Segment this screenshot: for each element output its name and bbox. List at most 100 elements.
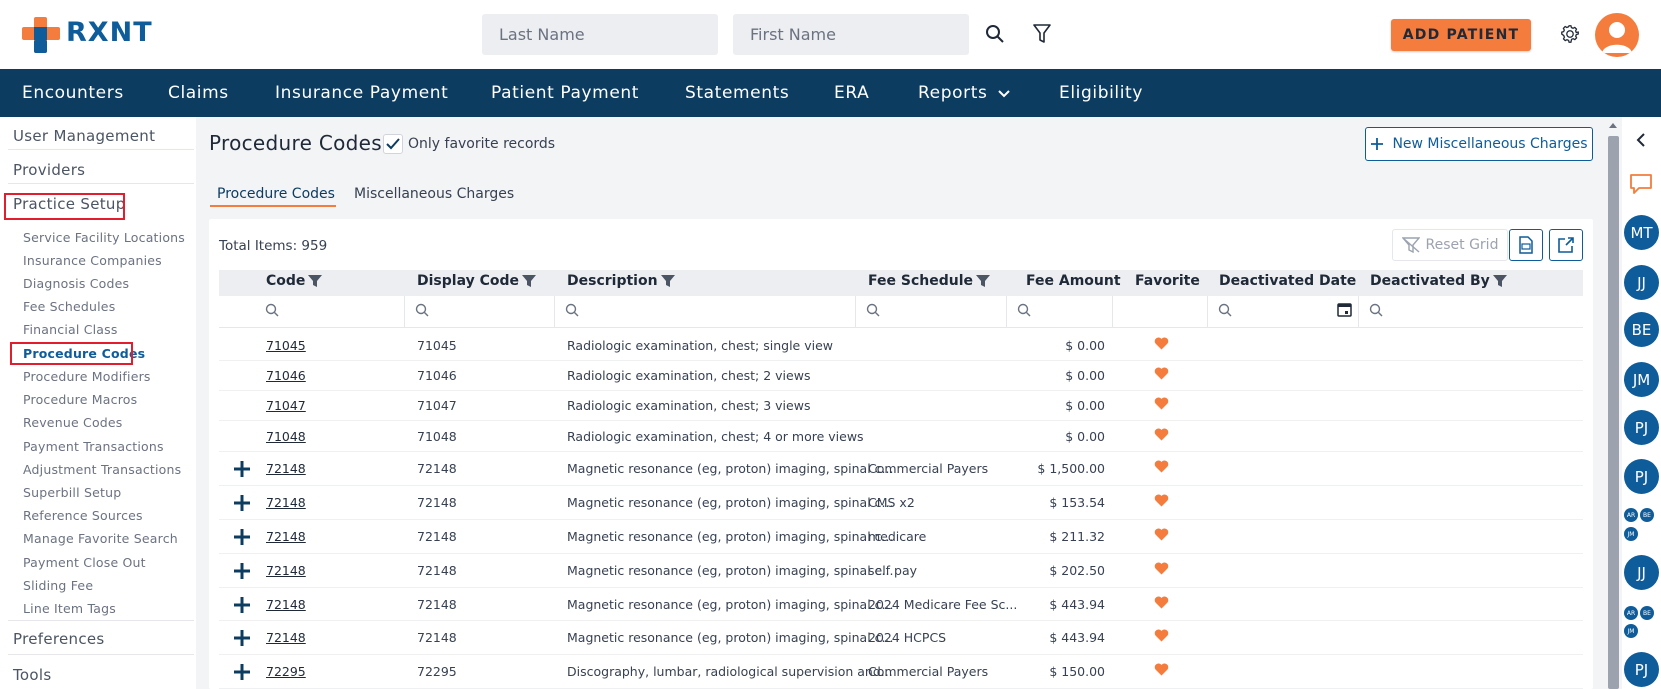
- sidebar-item-fee-schedules[interactable]: Fee Schedules: [23, 299, 115, 314]
- nav-claims[interactable]: Claims: [168, 83, 229, 103]
- favorite-heart-icon[interactable]: [1154, 337, 1169, 353]
- user-chip[interactable]: JJ: [1624, 265, 1659, 300]
- column-header-display-code[interactable]: Display Code: [417, 273, 536, 289]
- user-chip[interactable]: BE: [1624, 312, 1659, 347]
- column-filter-icon[interactable]: [976, 274, 990, 288]
- sidebar-section-user-management[interactable]: User Management: [13, 127, 155, 145]
- favorite-heart-icon[interactable]: [1154, 596, 1169, 612]
- sidebar-item-procedure-macros[interactable]: Procedure Macros: [23, 392, 137, 407]
- rxnt-logo[interactable]: RXNT: [22, 15, 162, 55]
- favorite-heart-icon[interactable]: [1154, 367, 1169, 383]
- sidebar-item-reference-sources[interactable]: Reference Sources: [23, 508, 143, 523]
- user-chip[interactable]: JJ: [1624, 555, 1659, 590]
- procedure-code-link[interactable]: 71045: [266, 338, 306, 353]
- mini-user-chip[interactable]: BE: [1640, 508, 1654, 522]
- procedure-code-link[interactable]: 72148: [266, 529, 306, 544]
- sidebar-item-superbill-setup[interactable]: Superbill Setup: [23, 485, 121, 500]
- sidebar-item-line-item-tags[interactable]: Line Item Tags: [23, 601, 116, 616]
- expand-row-plus-icon[interactable]: [233, 629, 251, 647]
- reset-grid-button[interactable]: Reset Grid: [1392, 229, 1508, 261]
- expand-row-plus-icon[interactable]: [233, 460, 251, 478]
- sidebar-item-diagnosis-codes[interactable]: Diagnosis Codes: [23, 276, 129, 291]
- nav-eligibility[interactable]: Eligibility: [1059, 83, 1143, 103]
- add-patient-button[interactable]: ADD PATIENT: [1391, 19, 1531, 51]
- user-chip[interactable]: MT: [1624, 215, 1659, 250]
- sidebar-item-sliding-fee[interactable]: Sliding Fee: [23, 578, 93, 593]
- column-header-deactivated-date[interactable]: Deactivated Date: [1219, 273, 1356, 289]
- gear-icon[interactable]: [1557, 21, 1583, 47]
- user-chip[interactable]: PJ: [1624, 410, 1659, 445]
- procedure-code-link[interactable]: 71047: [266, 398, 306, 413]
- scroll-up-icon[interactable]: [1608, 121, 1618, 129]
- favorite-heart-icon[interactable]: [1154, 562, 1169, 578]
- column-header-fee-schedule[interactable]: Fee Schedule: [868, 273, 990, 289]
- favorite-heart-icon[interactable]: [1154, 629, 1169, 645]
- column-header-description[interactable]: Description: [567, 273, 675, 289]
- mini-user-chip[interactable]: AR: [1624, 606, 1638, 620]
- mini-user-chip[interactable]: JM: [1624, 624, 1638, 638]
- chat-icon[interactable]: [1629, 173, 1653, 195]
- procedure-code-link[interactable]: 72148: [266, 563, 306, 578]
- sidebar-item-service-facility-locations[interactable]: Service Facility Locations: [23, 230, 185, 245]
- nav-encounters[interactable]: Encounters: [22, 83, 124, 103]
- nav-reports[interactable]: Reports: [918, 83, 987, 103]
- sidebar-item-procedure-modifiers[interactable]: Procedure Modifiers: [23, 369, 151, 384]
- sidebar-section-preferences[interactable]: Preferences: [13, 630, 105, 648]
- expand-row-plus-icon[interactable]: [233, 596, 251, 614]
- nav-insurance-payment[interactable]: Insurance Payment: [275, 83, 448, 103]
- first-name-input[interactable]: [733, 14, 969, 55]
- favorite-heart-icon[interactable]: [1154, 428, 1169, 444]
- column-header-code[interactable]: Code: [266, 273, 323, 289]
- sidebar-item-manage-favorite-search[interactable]: Manage Favorite Search: [23, 531, 178, 546]
- procedure-code-link[interactable]: 71048: [266, 429, 306, 444]
- export-button[interactable]: [1549, 229, 1583, 261]
- favorite-heart-icon[interactable]: [1154, 397, 1169, 413]
- mini-user-chip[interactable]: JM: [1624, 527, 1638, 541]
- column-search-icon[interactable]: [565, 302, 579, 321]
- procedure-code-link[interactable]: 72148: [266, 630, 306, 645]
- expand-row-plus-icon[interactable]: [233, 663, 251, 681]
- user-chip[interactable]: PJ: [1624, 652, 1659, 687]
- column-search-icon[interactable]: [415, 302, 429, 321]
- tab-procedure-codes[interactable]: Procedure Codes: [217, 186, 335, 202]
- column-search-icon[interactable]: [1218, 302, 1232, 321]
- tab-miscellaneous-charges[interactable]: Miscellaneous Charges: [354, 186, 514, 202]
- sidebar-item-insurance-companies[interactable]: Insurance Companies: [23, 253, 162, 268]
- search-icon[interactable]: [983, 22, 1007, 46]
- column-filter-icon[interactable]: [660, 274, 675, 288]
- procedure-code-link[interactable]: 72148: [266, 597, 306, 612]
- column-filter-icon[interactable]: [308, 274, 323, 288]
- favorite-heart-icon[interactable]: [1154, 663, 1169, 679]
- calendar-icon[interactable]: [1337, 302, 1352, 321]
- mini-user-chip[interactable]: AR: [1624, 508, 1638, 522]
- column-header-deactivated-by[interactable]: Deactivated By: [1370, 273, 1507, 289]
- chevron-down-icon[interactable]: [998, 90, 1010, 98]
- column-header-favorite[interactable]: Favorite: [1135, 273, 1200, 289]
- expand-row-plus-icon[interactable]: [233, 494, 251, 512]
- new-miscellaneous-charges-button[interactable]: New Miscellaneous Charges: [1365, 127, 1593, 161]
- expand-row-plus-icon[interactable]: [233, 562, 251, 580]
- column-header-fee-amount[interactable]: Fee Amount: [1026, 273, 1121, 289]
- expand-row-plus-icon[interactable]: [233, 528, 251, 546]
- scrollbar-thumb[interactable]: [1608, 136, 1619, 689]
- column-search-icon[interactable]: [866, 302, 880, 321]
- column-search-icon[interactable]: [265, 302, 279, 321]
- sidebar-item-revenue-codes[interactable]: Revenue Codes: [23, 415, 123, 430]
- column-filter-icon[interactable]: [522, 274, 536, 288]
- export-pdf-button[interactable]: [1509, 229, 1543, 261]
- user-avatar[interactable]: [1595, 13, 1639, 57]
- sidebar-section-tools[interactable]: Tools: [13, 666, 51, 684]
- favorite-heart-icon[interactable]: [1154, 494, 1169, 510]
- only-favorite-label[interactable]: Only favorite records: [408, 136, 555, 152]
- column-search-icon[interactable]: [1017, 302, 1031, 321]
- sidebar-item-payment-transactions[interactable]: Payment Transactions: [23, 439, 164, 454]
- filter-icon[interactable]: [1030, 22, 1054, 46]
- procedure-code-link[interactable]: 71046: [266, 368, 306, 383]
- sidebar-section-providers[interactable]: Providers: [13, 161, 85, 179]
- mini-user-chip[interactable]: BE: [1640, 606, 1654, 620]
- sidebar-item-adjustment-transactions[interactable]: Adjustment Transactions: [23, 462, 181, 477]
- user-chip[interactable]: PJ: [1624, 459, 1659, 494]
- chevron-left-icon[interactable]: [1636, 133, 1646, 147]
- last-name-input[interactable]: [482, 14, 718, 55]
- only-favorite-checkbox[interactable]: [383, 134, 403, 154]
